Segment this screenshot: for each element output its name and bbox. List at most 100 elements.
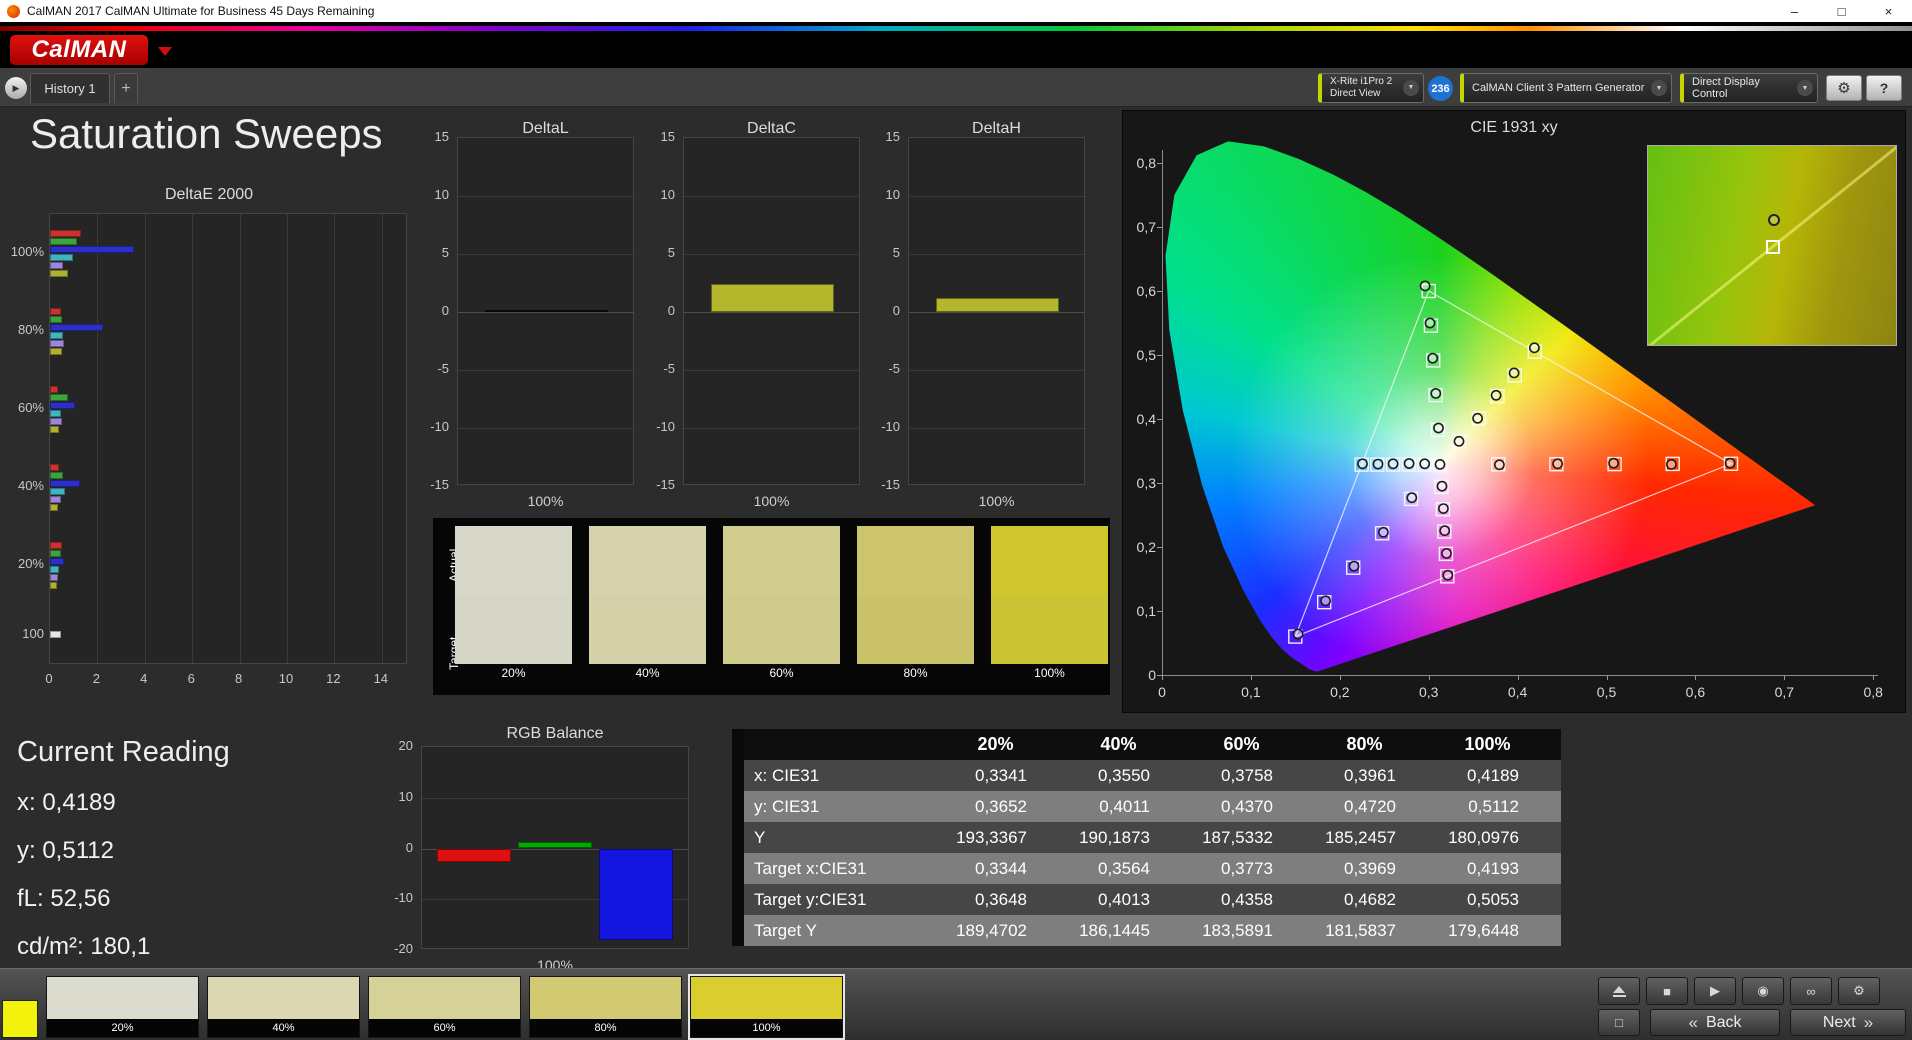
measured-point-green bbox=[1433, 422, 1444, 434]
x-tick-label: 12 bbox=[326, 671, 341, 686]
row-label: Y bbox=[754, 827, 766, 847]
bar-yellow bbox=[50, 347, 62, 355]
chart-title: DeltaH bbox=[972, 120, 1021, 137]
deltae-plot bbox=[49, 213, 407, 664]
target-point-zoom bbox=[1766, 240, 1780, 254]
maximize-button[interactable]: □ bbox=[1818, 0, 1865, 22]
chart-rgb-balance: RGB Balance 20 10 0 -10 -20 100% bbox=[379, 725, 693, 981]
stop-icon: ■ bbox=[1663, 983, 1671, 999]
transport-play-button[interactable]: ▶ bbox=[1694, 977, 1736, 1005]
target-color bbox=[857, 595, 974, 664]
table-cell: 0,4370 bbox=[1221, 796, 1273, 816]
x-tick-label: 10 bbox=[278, 671, 294, 686]
y-tick-label: -15 bbox=[430, 477, 449, 492]
bar-magenta bbox=[50, 339, 65, 347]
y-tick-label: -10 bbox=[394, 890, 413, 906]
y-tick-label: 10 bbox=[398, 788, 413, 804]
table-cell: 193,3367 bbox=[956, 827, 1027, 847]
next-button[interactable]: Next » bbox=[1790, 1009, 1906, 1036]
back-chevrons-icon: « bbox=[1688, 1012, 1698, 1032]
calman-logo[interactable]: CalMAN bbox=[10, 35, 148, 65]
bar-blue bbox=[50, 479, 80, 487]
comparator-swatch-40% bbox=[589, 526, 706, 664]
measured-point-green bbox=[1430, 387, 1442, 399]
pattern-swatch-20%[interactable]: 20% bbox=[46, 976, 199, 1038]
x-axis-label: 100% bbox=[978, 493, 1015, 509]
x-tick-label: 4 bbox=[140, 671, 148, 686]
actual-target-comparator: Actual Target 20% 40% 60% 80% 100% bbox=[433, 518, 1110, 695]
active-pattern-indicator bbox=[2, 1000, 38, 1038]
measured-point-yellow bbox=[1508, 367, 1520, 379]
deltaC-plot bbox=[683, 137, 860, 485]
x-tick-label: 0 bbox=[45, 671, 53, 686]
pattern-swatch-80%[interactable]: 80% bbox=[529, 976, 682, 1038]
actual-color bbox=[455, 526, 572, 595]
bar-green bbox=[50, 237, 78, 245]
gridline bbox=[909, 370, 1084, 371]
measured-point-green bbox=[1424, 317, 1436, 329]
transport-continuous-button[interactable]: ∞ bbox=[1790, 977, 1832, 1005]
pattern-swatch-40%[interactable]: 40% bbox=[207, 976, 360, 1038]
layout-nav-button[interactable]: ▶ bbox=[5, 77, 27, 99]
gridline bbox=[684, 312, 859, 313]
table-cell: 0,4193 bbox=[1467, 858, 1519, 878]
table-cell: 181,5837 bbox=[1325, 920, 1396, 940]
bar-green bbox=[50, 471, 64, 479]
bar-red bbox=[50, 541, 62, 549]
transport-settings-button[interactable]: ⚙ bbox=[1838, 977, 1880, 1005]
chevron-down-icon: ▼ bbox=[1403, 80, 1419, 96]
measured-point-red bbox=[1666, 458, 1677, 470]
transport-stop-button[interactable]: ■ bbox=[1646, 977, 1688, 1005]
comparator-swatch-label: 20% bbox=[501, 666, 526, 680]
close-button[interactable]: × bbox=[1865, 0, 1912, 22]
measured-point-red bbox=[1552, 458, 1563, 470]
display-control-dropdown[interactable]: Direct Display Control ▼ bbox=[1680, 73, 1818, 103]
minimize-button[interactable]: – bbox=[1771, 0, 1818, 22]
page-title: Saturation Sweeps bbox=[30, 110, 383, 157]
pattern-swatch-60%[interactable]: 60% bbox=[368, 976, 521, 1038]
table-cell: 187,5332 bbox=[1202, 827, 1273, 847]
swatch-color bbox=[47, 977, 198, 1021]
table-cell: 0,4189 bbox=[1467, 765, 1519, 785]
bar-red bbox=[50, 463, 60, 471]
y-tick-label: -15 bbox=[656, 477, 675, 492]
help-button[interactable]: ? bbox=[1866, 75, 1902, 101]
bar-magenta bbox=[50, 417, 62, 425]
bar-yellow bbox=[50, 503, 59, 511]
bar-blue bbox=[50, 323, 104, 331]
table-header-cell bbox=[744, 729, 934, 760]
saturation-level-label: 100% bbox=[10, 244, 44, 259]
table-cell: 0,3341 bbox=[975, 765, 1027, 785]
pattern-swatch-100%[interactable]: 100% bbox=[688, 974, 845, 1040]
swatch-color bbox=[208, 977, 359, 1021]
table-cell: 0,5053 bbox=[1467, 889, 1519, 909]
tab-history-1[interactable]: History 1 bbox=[30, 73, 110, 103]
bar-magenta bbox=[50, 573, 59, 581]
table-cell: 190,1873 bbox=[1079, 827, 1150, 847]
table-cell: 0,3961 bbox=[1344, 765, 1396, 785]
gridline bbox=[684, 254, 859, 255]
row-label: Target y:CIE31 bbox=[754, 889, 867, 909]
bar-deltaL bbox=[485, 310, 608, 313]
settings-button[interactable]: ⚙ bbox=[1826, 75, 1862, 101]
gridline bbox=[909, 196, 1084, 197]
gridline bbox=[909, 254, 1084, 255]
transport-eject-button[interactable] bbox=[1598, 977, 1640, 1005]
table-row: y: CIE31 0,3652 0,4011 0,4370 0,4720 0,5112 bbox=[744, 791, 1561, 822]
x-tick-label: 14 bbox=[373, 671, 389, 686]
bar-magenta bbox=[50, 261, 64, 269]
pattern-window-button[interactable]: □ bbox=[1598, 1009, 1640, 1036]
back-button[interactable]: « Back bbox=[1650, 1009, 1780, 1036]
comparator-swatch-label: 60% bbox=[769, 666, 794, 680]
source-dropdown[interactable]: CalMAN Client 3 Pattern Generator ▼ bbox=[1460, 73, 1672, 103]
settings-icon: ⚙ bbox=[1853, 983, 1865, 998]
y-tick-label: 0 bbox=[405, 839, 413, 855]
comparator-swatch-20% bbox=[455, 526, 572, 664]
brand-menu-arrow-icon[interactable] bbox=[158, 47, 172, 56]
bar-blue bbox=[50, 401, 75, 409]
bar-cyan bbox=[50, 409, 61, 417]
add-tab-button[interactable]: + bbox=[114, 73, 138, 103]
transport-aperture-button[interactable]: ◉ bbox=[1742, 977, 1784, 1005]
meter-dropdown[interactable]: X-Rite i1Pro 2 Direct View ▼ bbox=[1318, 73, 1424, 103]
measured-point-red bbox=[1608, 457, 1619, 469]
